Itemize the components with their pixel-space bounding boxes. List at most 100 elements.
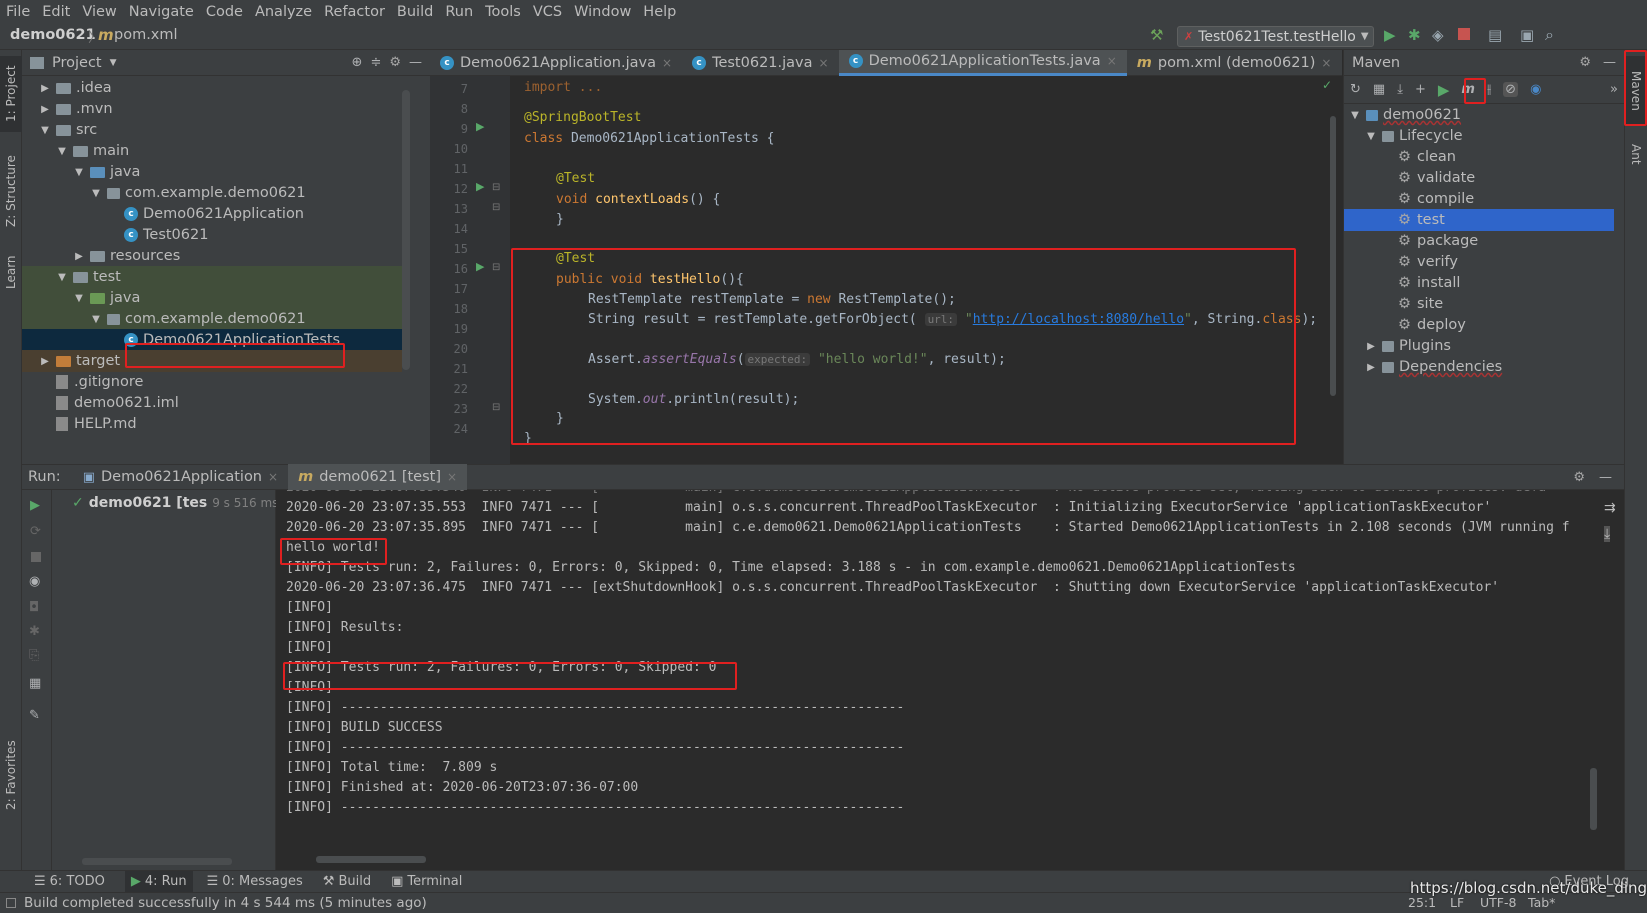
menu-view[interactable]: View [82,4,116,20]
indent-setting[interactable]: Tab* [1528,895,1555,910]
scrollbar[interactable] [1330,116,1336,396]
project-structure-icon[interactable]: ▤ [1488,26,1502,44]
chevron-right-icon[interactable]: ▶ [40,104,50,115]
export-icon[interactable]: ⎘ [29,648,39,663]
console-output[interactable]: 2020-06-20 23:07:35.540 INFO 7471 --- [ … [276,490,1624,870]
reload-icon[interactable]: ↻ [1350,82,1361,97]
fold-icon[interactable]: ⊟ [492,262,500,273]
project-tree-item[interactable]: ▶ .idea [22,77,402,99]
breadcrumb-file[interactable]: pom.xml [114,27,178,43]
project-tree-item[interactable]: ▼ src [22,119,402,141]
editor-tab[interactable]: c Demo0621ApplicationTests.java × [838,49,1127,76]
gear-icon[interactable]: ⚙ [1579,55,1591,70]
tool-tab-build[interactable]: ⚒ Build [323,874,371,889]
run-config-selector[interactable]: ✗ Test0621Test.testHello ▼ [1177,26,1374,47]
chevron-down-icon[interactable]: ▼ [57,272,67,283]
eye-icon[interactable]: ◉ [29,574,40,589]
hide-icon[interactable]: — [409,55,422,70]
project-tree-item[interactable]: ▼ test [22,266,402,288]
show-dependencies-icon[interactable]: ◉ [1530,82,1541,97]
run-tab-application[interactable]: ▣ Demo0621Application × [73,464,288,490]
menu-help[interactable]: Help [643,4,676,20]
close-icon[interactable]: × [1321,56,1331,70]
scrollbar[interactable] [316,856,426,863]
project-tree-item[interactable]: ▼ java [22,287,402,309]
project-tree-item[interactable]: ▼ java [22,161,402,183]
maven-plugins[interactable]: ▶ Plugins [1344,335,1614,357]
editor-tab[interactable]: m pom.xml (demo0621) × [1127,50,1342,76]
tool-tab-messages[interactable]: ☰ 0: Messages [207,874,303,889]
close-icon[interactable]: × [447,470,457,484]
close-icon[interactable]: × [268,470,278,484]
chevron-down-icon[interactable]: ▼ [91,314,101,325]
menu-tools[interactable]: Tools [485,4,521,20]
toggle-offline-icon[interactable]: ⫲ [1487,82,1491,97]
layout-icon[interactable]: ▦ [29,676,41,691]
run-test-gutter-icon[interactable]: ▶ [476,180,484,193]
menu-refactor[interactable]: Refactor [324,4,385,20]
menu-analyze[interactable]: Analyze [255,4,312,20]
chevron-right-icon[interactable]: ▶ [1366,362,1376,373]
scrollbar[interactable] [402,90,410,370]
chevron-down-icon[interactable]: ▼ [74,167,84,178]
project-tree-item[interactable]: HELP.md [22,413,402,435]
fold-icon[interactable]: ⊟ [492,202,500,213]
project-tree-item[interactable]: ▼ main [22,140,402,162]
project-tree-item[interactable]: c Test0621 [22,224,402,246]
chevron-right-icon[interactable]: ▶ [40,83,50,94]
tool-tab-todo[interactable]: ☰ 6: TODO [34,874,105,889]
project-tree-item[interactable]: .gitignore [22,371,402,393]
debug-icon[interactable]: ✱ [1408,26,1421,44]
menu-navigate[interactable]: Navigate [129,4,194,20]
project-tree-item[interactable]: ▶ target [22,350,402,372]
close-icon[interactable]: × [819,56,829,70]
debug-icon[interactable]: ✱ [29,624,40,639]
close-icon[interactable]: × [662,56,672,70]
gear-icon[interactable]: ⚙ [389,55,401,70]
fold-icon[interactable]: ⊟ [492,182,500,193]
chevron-down-icon[interactable]: ▼ [1366,131,1376,142]
close-icon[interactable]: × [1107,54,1117,68]
maven-root[interactable]: ▼ demo0621 [1344,104,1614,126]
tool-tab-terminal[interactable]: ▣ Terminal [391,874,462,889]
maven-goal-validate[interactable]: ⚙ validate [1344,167,1614,189]
run-test-gutter-icon[interactable]: ▶ [476,260,484,273]
chevron-down-icon[interactable]: ▼ [74,293,84,304]
file-encoding[interactable]: UTF-8 [1480,895,1516,910]
maven-goal-verify[interactable]: ⚙ verify [1344,251,1614,273]
soft-wrap-icon[interactable]: ⇉ [1604,500,1616,516]
hide-icon[interactable]: — [1599,470,1612,485]
maven-dependencies[interactable]: ▶ Dependencies [1344,356,1614,378]
coverage-icon[interactable]: ◈ [1432,26,1444,44]
maven-goal-site[interactable]: ⚙ site [1344,293,1614,315]
maven-goal-clean[interactable]: ⚙ clean [1344,146,1614,168]
build-hammer-icon[interactable]: ⚒ [1150,26,1163,44]
scrollbar[interactable] [82,858,232,865]
code-editor[interactable]: import ... @SpringBootTest class Demo062… [510,76,1342,464]
chevron-down-icon[interactable]: ▼ [110,58,117,68]
menu-edit[interactable]: Edit [42,4,70,20]
chevron-right-icon[interactable]: ▶ [40,356,50,367]
tool-tab-learn[interactable]: Learn [0,246,22,298]
skip-tests-icon[interactable]: ⊘ [1503,82,1519,97]
project-tree-item[interactable]: ▼ com.example.demo0621 [22,308,402,330]
menu-vcs[interactable]: VCS [533,4,562,20]
project-tree-item[interactable]: ▶ resources [22,245,402,267]
menu-window[interactable]: Window [574,4,631,20]
rerun-failed-icon[interactable]: ⟳ [30,524,41,539]
menu-run[interactable]: Run [445,4,473,20]
project-tree-item[interactable]: c Demo0621ApplicationTests [22,329,402,351]
editor-tab[interactable]: c Test0621.java × [682,50,839,76]
scroll-to-end-icon[interactable]: ⤓ [1604,526,1611,542]
scrollbar[interactable] [1590,768,1597,830]
project-tree-item[interactable]: demo0621.iml [22,392,402,414]
caret-position[interactable]: 25:1 [1408,895,1436,910]
maven-goal-package[interactable]: ⚙ package [1344,230,1614,252]
locate-icon[interactable]: ⊕ [352,55,363,70]
chevron-down-icon[interactable]: ▼ [1350,110,1360,121]
project-tree-item[interactable]: ▼ com.example.demo0621 [22,182,402,204]
generate-sources-icon[interactable]: ▦ [1373,82,1385,97]
chevron-right-icon[interactable]: ▶ [1366,341,1376,352]
editor-tab[interactable]: c Demo0621Application.java × [430,50,682,76]
maven-goal-install[interactable]: ⚙ install [1344,272,1614,294]
